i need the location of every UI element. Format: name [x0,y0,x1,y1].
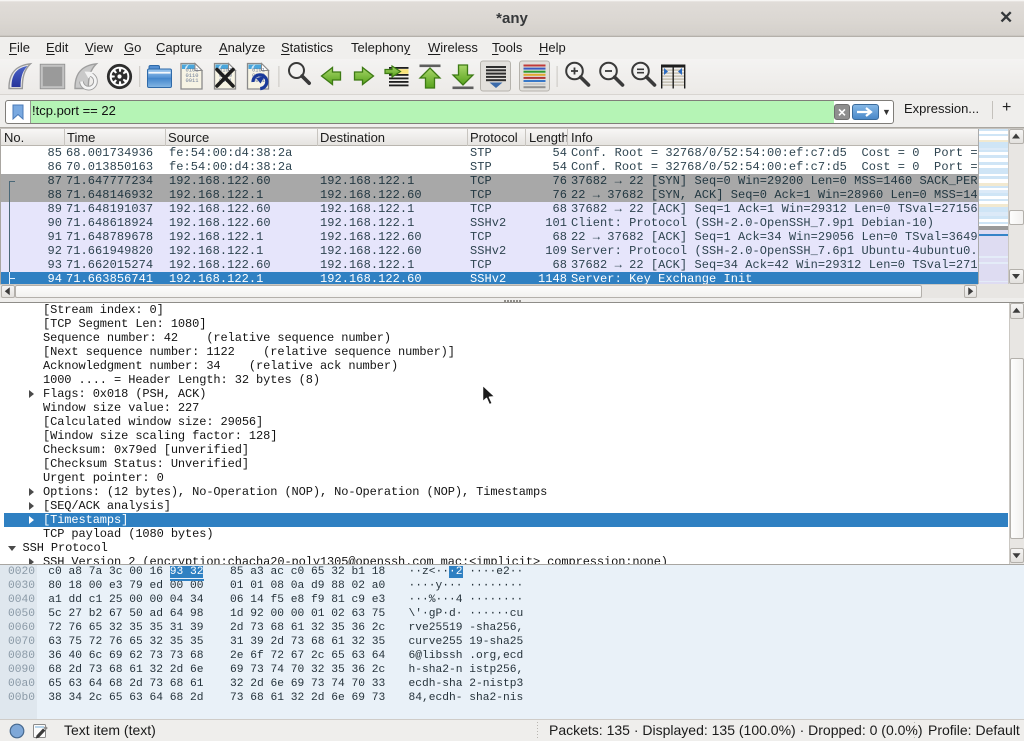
svg-text:0011: 0011 [186,78,199,84]
